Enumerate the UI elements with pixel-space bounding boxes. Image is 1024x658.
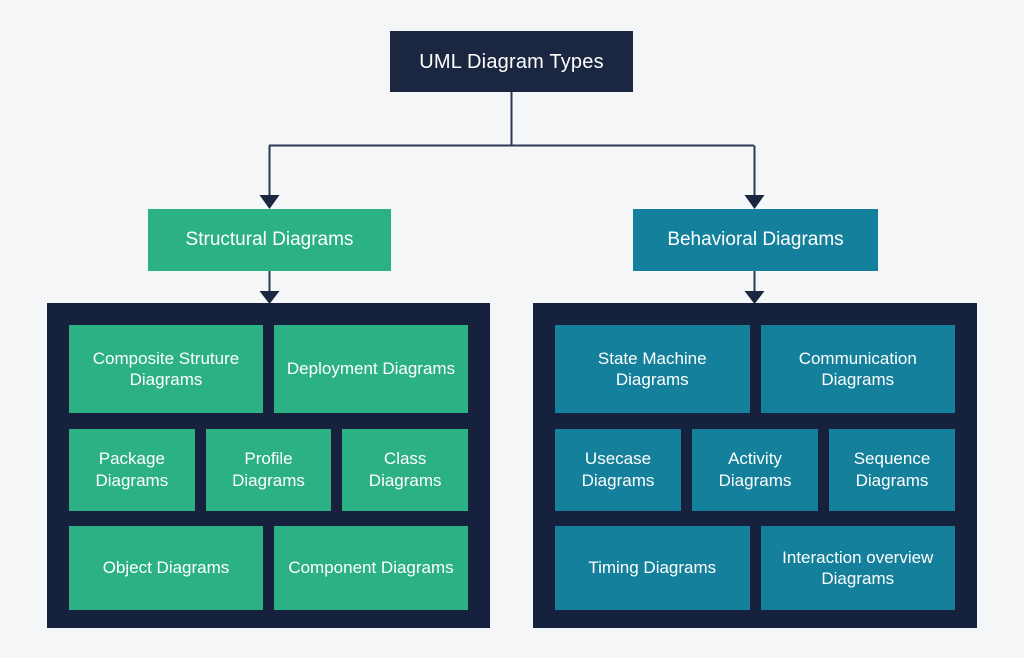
leaf-node-deployment-diagrams[interactable]: Deployment Diagrams bbox=[274, 325, 468, 413]
leaf-node-class-diagrams[interactable]: Class Diagrams bbox=[342, 428, 469, 511]
group-panel-structural: Composite Struture Diagrams Deployment Di… bbox=[47, 303, 490, 628]
leaf-row: Package Diagrams Profile Diagrams Class Di… bbox=[69, 428, 469, 511]
leaf-node-label: Composite Struture Diagrams bbox=[92, 348, 240, 389]
leaf-node-label: Timing Diagrams bbox=[588, 558, 717, 578]
root-node-uml-diagram-types[interactable]: UML Diagram Types bbox=[390, 31, 633, 92]
leaf-node-object-diagrams[interactable]: Object Diagrams bbox=[69, 526, 263, 610]
leaf-node-interaction-overview-diagrams[interactable]: Interaction overview Diagrams bbox=[760, 526, 955, 610]
leaf-node-label: Package Diagrams bbox=[95, 449, 169, 490]
category-node-behavioral[interactable]: Behavioral Diagrams bbox=[633, 209, 878, 271]
leaf-row: Composite Struture Diagrams Deployment Di… bbox=[69, 325, 468, 413]
leaf-node-label: Object Diagrams bbox=[102, 558, 230, 578]
leaf-node-label: Class Diagrams bbox=[368, 449, 442, 490]
leaf-node-communication-diagrams[interactable]: Communication Diagrams bbox=[760, 325, 955, 413]
leaf-node-label: Interaction overview Diagrams bbox=[782, 547, 934, 588]
leaf-node-label: Component Diagrams bbox=[288, 558, 454, 578]
leaf-node-label: Deployment Diagrams bbox=[286, 359, 456, 379]
category-node-structural-label: Structural Diagrams bbox=[185, 228, 354, 250]
leaf-row: State Machine Diagrams Communication Diag… bbox=[555, 325, 955, 413]
leaf-row: Object Diagrams Component Diagrams bbox=[69, 526, 468, 610]
leaf-node-activity-diagrams[interactable]: Activity Diagrams bbox=[692, 428, 818, 511]
leaf-node-package-diagrams[interactable]: Package Diagrams bbox=[69, 428, 195, 511]
leaf-node-label: Profile Diagrams bbox=[232, 449, 305, 490]
leaf-node-state-machine-diagrams[interactable]: State Machine Diagrams bbox=[555, 325, 750, 413]
leaf-node-component-diagrams[interactable]: Component Diagrams bbox=[274, 526, 468, 610]
root-node-label: UML Diagram Types bbox=[419, 50, 604, 73]
leaf-node-usecase-diagrams[interactable]: Usecase Diagrams bbox=[555, 428, 681, 511]
leaf-node-composite-struture-diagrams[interactable]: Composite Struture Diagrams bbox=[69, 325, 263, 413]
leaf-node-timing-diagrams[interactable]: Timing Diagrams bbox=[555, 526, 750, 610]
leaf-node-label: Communication Diagrams bbox=[798, 348, 917, 389]
leaf-node-label: State Machine Diagrams bbox=[597, 348, 707, 389]
group-panel-behavioral: State Machine Diagrams Communication Diag… bbox=[533, 303, 977, 628]
leaf-node-label: Sequence Diagrams bbox=[853, 449, 931, 490]
category-node-behavioral-label: Behavioral Diagrams bbox=[667, 228, 844, 250]
uml-diagram-canvas: UML Diagram Types Structural Diagrams Be… bbox=[0, 0, 1024, 658]
leaf-node-label: Usecase Diagrams bbox=[581, 449, 655, 490]
category-node-structural[interactable]: Structural Diagrams bbox=[148, 209, 391, 271]
leaf-row: Timing Diagrams Interaction overview Diag… bbox=[555, 526, 955, 610]
leaf-node-label: Activity Diagrams bbox=[718, 449, 792, 490]
leaf-row: Usecase Diagrams Activity Diagrams Sequenc… bbox=[555, 428, 955, 511]
leaf-node-profile-diagrams[interactable]: Profile Diagrams bbox=[205, 428, 332, 511]
leaf-node-sequence-diagrams[interactable]: Sequence Diagrams bbox=[829, 428, 955, 511]
